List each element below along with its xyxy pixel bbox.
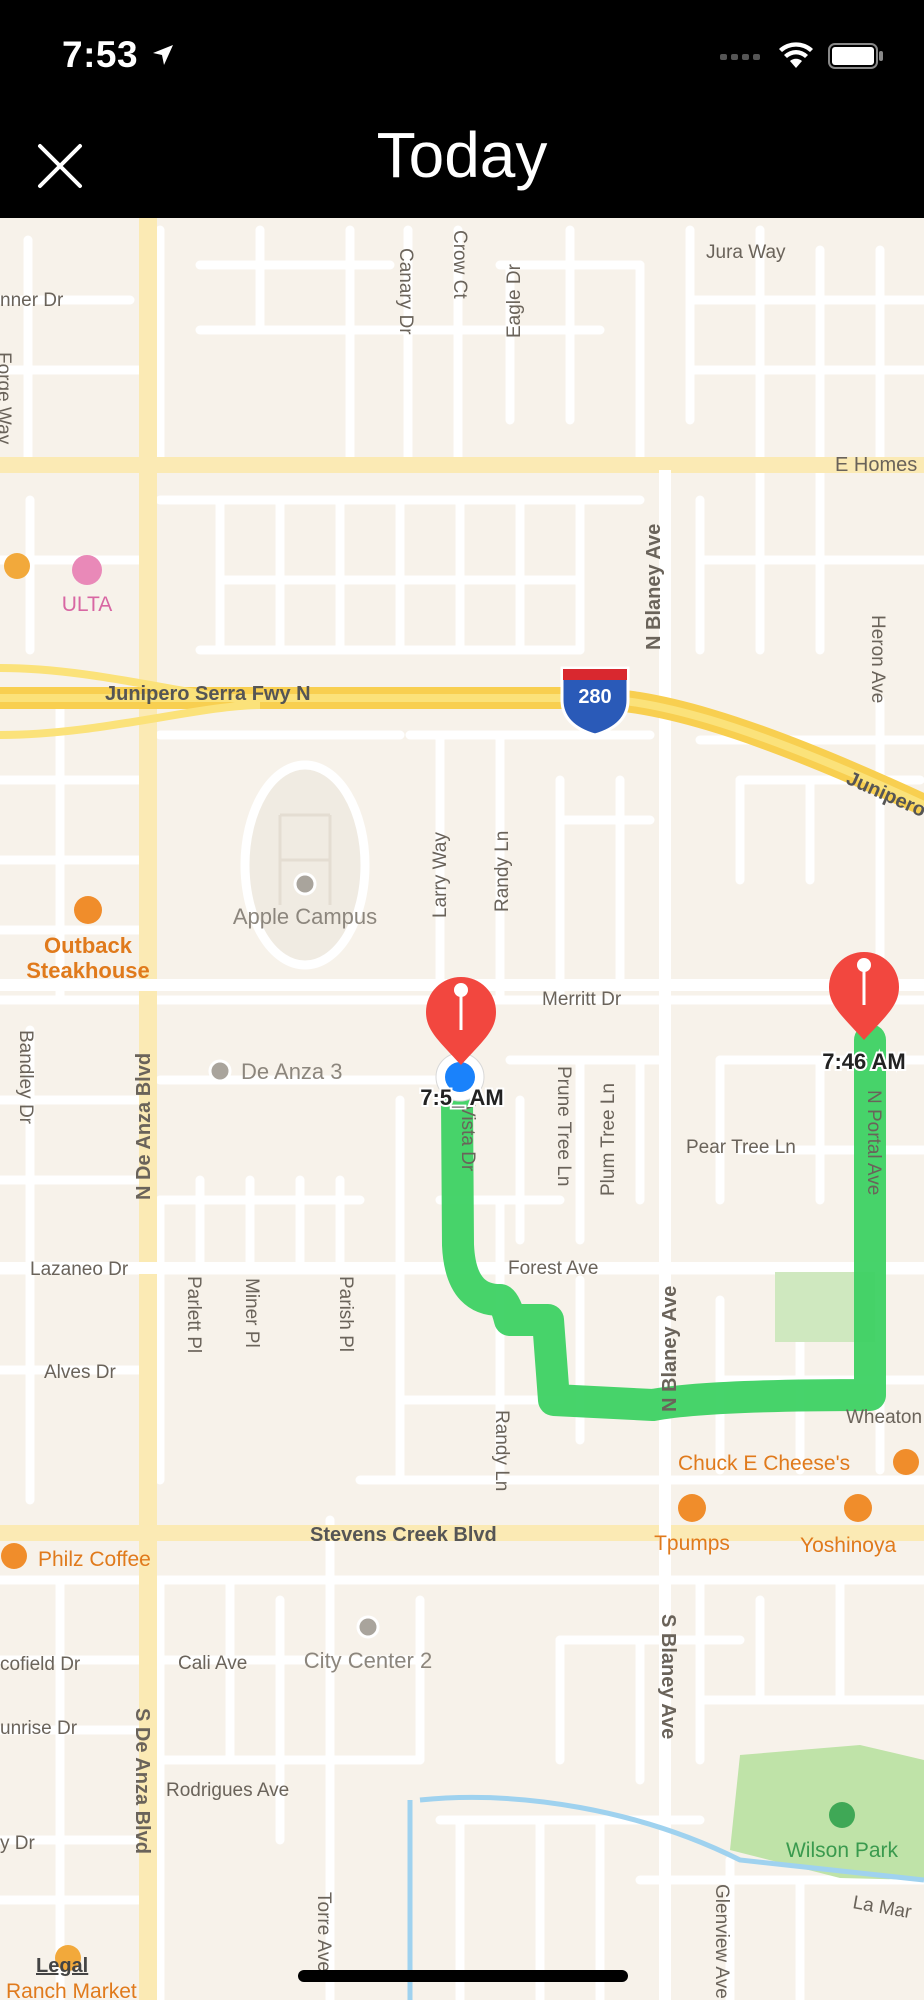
apple-campus-area xyxy=(240,760,370,970)
street-label: Junipero Serra Fwy N xyxy=(105,683,311,705)
street-label: Wheaton xyxy=(846,1407,922,1428)
street-label: Rodrigues Ave xyxy=(166,1780,289,1801)
street-label: Jura Way xyxy=(706,242,786,263)
street-label: y Dr xyxy=(0,1833,36,1854)
street-label: S Blaney Ave xyxy=(657,1614,679,1739)
street-label: Randy Ln xyxy=(492,831,513,912)
cosmetics-icon xyxy=(72,555,102,585)
tea-icon xyxy=(678,1494,706,1522)
landmark-icon xyxy=(208,1059,232,1083)
map-canvas[interactable]: Jura Way Crow Ct Eagle Dr Canary Dr nner… xyxy=(0,218,924,2000)
poi-label: Steakhouse xyxy=(26,958,150,983)
landmark-icon xyxy=(356,1615,380,1639)
interstate-280-shield: 280 xyxy=(560,666,630,737)
restaurant-icon xyxy=(74,896,102,924)
pin-time-label: 7:46 AM xyxy=(822,1049,906,1074)
poi-label: ULTA xyxy=(62,593,113,616)
shopping-cart-icon xyxy=(4,553,30,579)
svg-text:280: 280 xyxy=(578,686,611,708)
poi-label: Ranch Market xyxy=(6,1980,137,2000)
street-label: Lazaneo Dr xyxy=(30,1259,129,1280)
pin-time-label: 7:5_ AM xyxy=(420,1085,504,1110)
poi-label: Yoshinoya xyxy=(800,1534,896,1557)
battery-icon xyxy=(828,43,883,69)
home-indicator[interactable] xyxy=(298,1970,628,1982)
poi-label: Apple Campus xyxy=(233,904,377,929)
street-label: Canary Dr xyxy=(395,248,416,335)
street-label: Miner Pl xyxy=(241,1278,262,1348)
street-label: Heron Ave xyxy=(867,615,888,703)
street-label: E Homes xyxy=(835,454,917,476)
street-label: Vista Dr xyxy=(457,1104,478,1172)
street-label: Pear Tree Ln xyxy=(686,1137,796,1158)
street-label: Forest Ave xyxy=(508,1258,598,1279)
street-label: Forge Way xyxy=(0,352,14,445)
street-label: cofield Dr xyxy=(0,1654,81,1675)
landmark-icon xyxy=(293,872,317,896)
street-label: N De Anza Blvd xyxy=(133,1053,155,1200)
street-label: Prune Tree Ln xyxy=(553,1066,574,1186)
street-label: Eagle Dr xyxy=(504,263,525,338)
poi-label: Philz Coffee xyxy=(38,1548,151,1571)
street-label: Crow Ct xyxy=(449,230,470,299)
street-label: Parish Pl xyxy=(335,1276,356,1352)
street-label: N Blaney Ave xyxy=(643,524,665,650)
street-label: Randy Ln xyxy=(491,1410,512,1491)
poi-label: Tpumps xyxy=(654,1532,730,1555)
street-label: Bandley Dr xyxy=(15,1030,36,1125)
street-label: Stevens Creek Blvd xyxy=(310,1524,497,1546)
nav-bar: Today xyxy=(0,110,924,218)
street-label: Parlett Pl xyxy=(183,1276,204,1353)
poi-label: City Center 2 xyxy=(304,1648,432,1673)
poi-label: De Anza 3 xyxy=(241,1059,343,1084)
street-label: Torre Ave xyxy=(313,1892,334,1972)
poi-label: Outback xyxy=(44,933,133,958)
restaurant-icon xyxy=(844,1494,872,1522)
street-label: Plum Tree Ln xyxy=(598,1083,619,1196)
pizza-icon xyxy=(893,1449,919,1475)
poi-label: Wilson Park xyxy=(786,1839,899,1862)
park-icon xyxy=(829,1802,855,1828)
street-label: nner Dr xyxy=(0,290,64,311)
street-label: Merritt Dr xyxy=(542,989,622,1010)
map-view[interactable]: Jura Way Crow Ct Eagle Dr Canary Dr nner… xyxy=(0,218,924,2000)
status-time: 7:53 xyxy=(62,34,139,75)
signal-icon xyxy=(720,54,760,60)
street-label: Cali Ave xyxy=(178,1653,247,1674)
coffee-icon xyxy=(1,1543,27,1569)
location-arrow-icon xyxy=(153,45,173,65)
poi-label: Chuck E Cheese's xyxy=(678,1452,850,1475)
street-label: S De Anza Blvd xyxy=(131,1708,153,1854)
legal-link[interactable]: Legal xyxy=(36,1955,88,1977)
street-label: N Portal Ave xyxy=(863,1090,884,1195)
street-label: N Blaney Ave xyxy=(659,1286,681,1412)
street-label: Larry Way xyxy=(430,832,451,918)
page-title: Today xyxy=(376,119,548,191)
street-label: Glenview Ave xyxy=(711,1884,732,1999)
wifi-icon xyxy=(779,42,813,68)
status-bar: 7:53 xyxy=(0,0,924,110)
street-label: unrise Dr xyxy=(0,1718,78,1739)
street-label: Alves Dr xyxy=(44,1362,116,1383)
